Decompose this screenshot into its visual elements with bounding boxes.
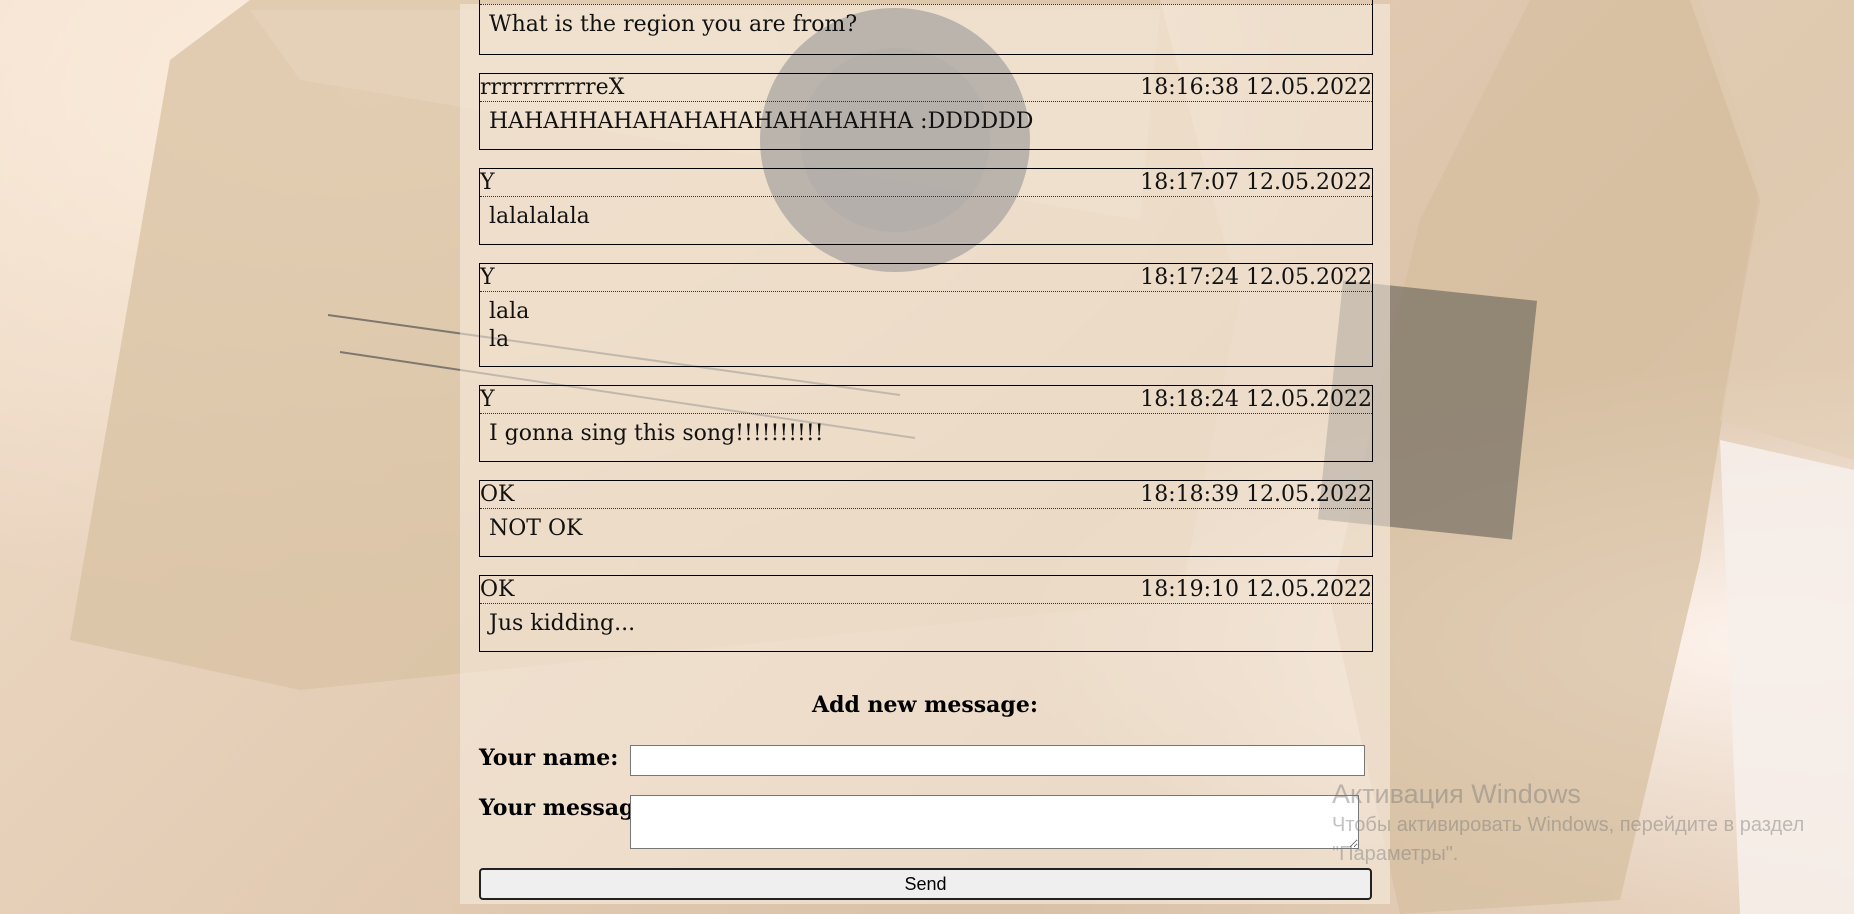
message-body: Jus kidding...	[489, 611, 636, 636]
message-author: OK	[480, 577, 515, 602]
message-timestamp: 18:18:39 12.05.2022	[1140, 482, 1372, 507]
message-header: Y 18:17:07 12.05.2022	[480, 169, 1372, 197]
add-message-title: Add new message:	[812, 692, 1038, 718]
message-item: Y 18:17:24 12.05.2022 lala la	[479, 263, 1373, 367]
message-partial: What is the region you are from?	[479, 0, 1373, 55]
windows-activation-watermark: Активация Windows Чтобы активировать Win…	[1332, 777, 1812, 869]
message-timestamp: 18:19:10 12.05.2022	[1140, 577, 1372, 602]
message-timestamp: 18:16:38 12.05.2022	[1140, 75, 1372, 100]
message-author: Y	[480, 387, 495, 412]
message-header: OK 18:18:39 12.05.2022	[480, 481, 1372, 509]
message-body: I gonna sing this song!!!!!!!!!!	[489, 421, 824, 446]
message-author: OK	[480, 482, 515, 507]
message-author: rrrrrrrrrrreX	[480, 75, 625, 100]
message-body: lalalalala	[489, 204, 590, 229]
message-item: OK 18:19:10 12.05.2022 Jus kidding...	[479, 575, 1373, 652]
message-author: Y	[480, 265, 495, 290]
message-timestamp: 18:18:24 12.05.2022	[1140, 387, 1372, 412]
message-timestamp: 18:17:07 12.05.2022	[1140, 170, 1372, 195]
activation-text: Чтобы активировать Windows, перейдите в …	[1332, 814, 1805, 865]
message-timestamp: 18:17:24 12.05.2022	[1140, 265, 1372, 290]
message-body: HAHAHHAHAHAHAHAHAHAHAHHA :DDDDDD	[489, 109, 1034, 134]
message-header	[480, 0, 1372, 5]
name-input[interactable]	[630, 745, 1365, 776]
message-header: OK 18:19:10 12.05.2022	[480, 576, 1372, 604]
message-item: Y 18:18:24 12.05.2022 I gonna sing this …	[479, 385, 1373, 462]
message-body: lala la	[489, 299, 530, 352]
message-author: Y	[480, 170, 495, 195]
message-item: Y 18:17:07 12.05.2022 lalalalala	[479, 168, 1373, 245]
message-textarea[interactable]	[630, 795, 1359, 849]
message-header: Y 18:17:24 12.05.2022	[480, 264, 1372, 292]
activation-title: Активация Windows	[1332, 779, 1581, 809]
name-label: Your name:	[479, 745, 619, 771]
message-body: What is the region you are from?	[489, 12, 858, 37]
message-body: NOT OK	[489, 516, 583, 541]
send-button[interactable]: Send	[479, 868, 1372, 900]
message-header: Y 18:18:24 12.05.2022	[480, 386, 1372, 414]
message-header: rrrrrrrrrrreX 18:16:38 12.05.2022	[480, 74, 1372, 102]
message-item: OK 18:18:39 12.05.2022 NOT OK	[479, 480, 1373, 557]
message-item: rrrrrrrrrrreX 18:16:38 12.05.2022 HAHAHH…	[479, 73, 1373, 150]
